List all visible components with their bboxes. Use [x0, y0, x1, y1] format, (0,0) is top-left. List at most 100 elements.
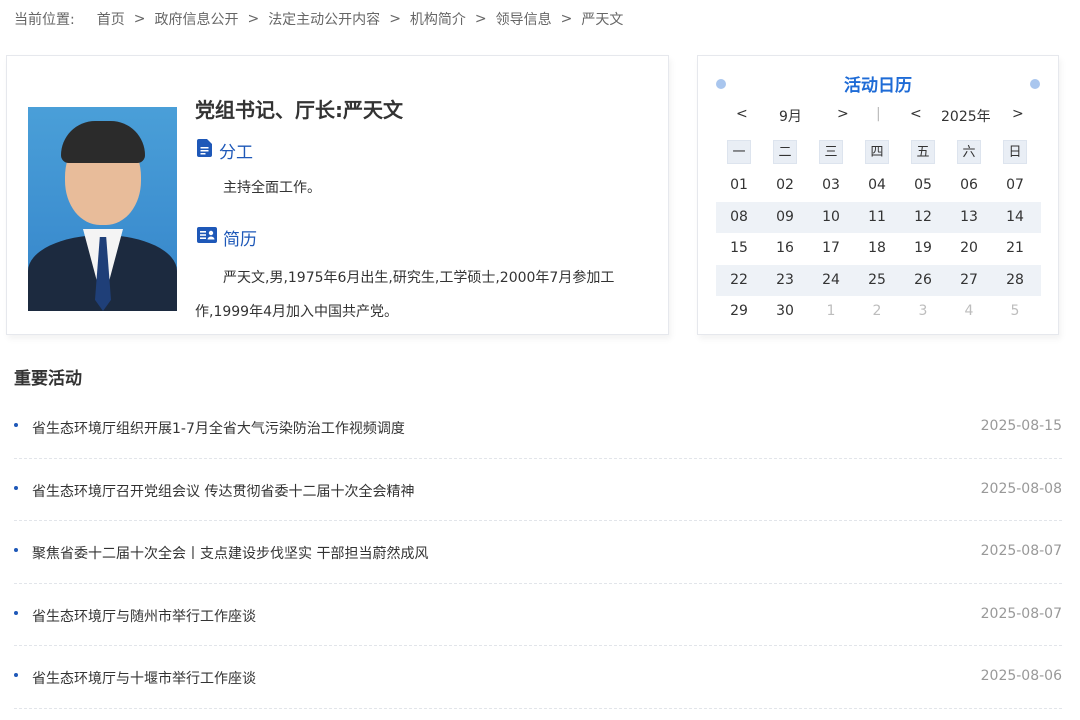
- list-item[interactable]: 省生态环境厅召开党组会议 传达贯彻省委十二届十次全会精神 2025-08-08: [14, 459, 1062, 521]
- list-item[interactable]: 省生态环境厅与随州市举行工作座谈 2025-08-07: [14, 584, 1062, 646]
- calendar-day[interactable]: 26: [900, 265, 946, 297]
- calendar-day-next-month[interactable]: 5: [992, 296, 1038, 328]
- breadcrumb-separator: >: [247, 11, 260, 27]
- calendar-day[interactable]: 02: [762, 170, 808, 202]
- calendar-title: 活动日历: [844, 76, 912, 96]
- breadcrumb-separator: >: [560, 11, 573, 27]
- activity-link[interactable]: 省生态环境厅与十堰市举行工作座谈: [32, 668, 256, 688]
- duty-text: 主持全面工作。: [223, 180, 321, 196]
- calendar-week-row: 22 23 24 25 26 27 28: [716, 264, 1041, 297]
- calendar-week-row: 08 09 10 11 12 13 14: [716, 201, 1041, 234]
- breadcrumb: 当前位置: 首页 > 政府信息公开 > 法定主动公开内容 > 机构简介 > 领导…: [14, 9, 623, 29]
- calendar-day[interactable]: 01: [716, 170, 762, 202]
- calendar-day[interactable]: 29: [716, 296, 762, 328]
- bullet-icon: [14, 485, 18, 490]
- bullet-icon: [14, 673, 18, 677]
- calendar-day[interactable]: 08: [716, 202, 762, 234]
- activity-date: 2025-08-15: [980, 418, 1062, 434]
- breadcrumb-label: 当前位置:: [14, 12, 75, 28]
- document-icon: [197, 139, 213, 162]
- breadcrumb-leaders[interactable]: 领导信息: [496, 9, 552, 29]
- bullet-icon: [14, 548, 18, 552]
- id-card-icon: [197, 227, 217, 248]
- calendar-day[interactable]: 09: [762, 202, 808, 234]
- nav-divider: |: [876, 106, 881, 122]
- breadcrumb-gov-info[interactable]: 政府信息公开: [154, 9, 238, 29]
- calendar-day[interactable]: 18: [854, 233, 900, 265]
- calendar-day[interactable]: 28: [992, 265, 1038, 297]
- calendar-day[interactable]: 12: [900, 202, 946, 234]
- calendar-day[interactable]: 03: [808, 170, 854, 202]
- calendar-day[interactable]: 14: [992, 202, 1038, 234]
- breadcrumb-separator: >: [474, 11, 487, 27]
- list-item[interactable]: 省生态环境厅组织开展1-7月全省大气污染防治工作视频调度 2025-08-15: [14, 396, 1062, 459]
- calendar-day[interactable]: 19: [900, 233, 946, 265]
- prev-year-button[interactable]: <: [910, 106, 922, 122]
- breadcrumb-current[interactable]: 严天文: [581, 9, 623, 29]
- list-item[interactable]: 省生态环境厅与十堰市举行工作座谈 2025-08-06: [14, 646, 1062, 709]
- calendar-day-next-month[interactable]: 1: [808, 296, 854, 328]
- bullet-icon: [14, 423, 18, 427]
- calendar-grid: 01 02 03 04 05 06 07 08 09 10 11 12 13 14 15 16 17 18 19 20…: [716, 170, 1041, 328]
- calendar-week-row: 15 16 17 18 19 20 21: [716, 233, 1041, 265]
- calendar-day-next-month[interactable]: 3: [900, 296, 946, 328]
- activity-link[interactable]: 聚焦省委十二届十次全会丨支点建设步伐坚实 干部担当蔚然成风: [32, 543, 428, 563]
- calendar-day[interactable]: 20: [946, 233, 992, 265]
- year-label: 2025年: [941, 109, 991, 125]
- activities-title: 重要活动: [14, 369, 82, 389]
- weekday-sat: 六: [957, 140, 981, 164]
- next-month-button[interactable]: >: [837, 106, 849, 122]
- calendar-day[interactable]: 27: [946, 265, 992, 297]
- calendar-day[interactable]: 07: [992, 170, 1038, 202]
- duty-heading: 分工: [197, 138, 253, 163]
- breadcrumb-org-intro[interactable]: 机构简介: [410, 9, 466, 29]
- calendar-week-row: 29 30 1 2 3 4 5: [716, 296, 1041, 328]
- month-label: 9月: [779, 109, 802, 125]
- calendar-day[interactable]: 11: [854, 202, 900, 234]
- weekday-thu: 四: [865, 140, 889, 164]
- calendar-day[interactable]: 13: [946, 202, 992, 234]
- breadcrumb-home[interactable]: 首页: [97, 9, 125, 29]
- activity-link[interactable]: 省生态环境厅组织开展1-7月全省大气污染防治工作视频调度: [32, 418, 405, 438]
- calendar-day-next-month[interactable]: 4: [946, 296, 992, 328]
- activity-date: 2025-08-08: [980, 480, 1062, 497]
- weekday-fri: 五: [911, 140, 935, 164]
- calendar-day[interactable]: 04: [854, 170, 900, 202]
- activity-calendar: 活动日历 < 9月 > | < 2025年 > 一 二 三 四 五 六 日 01…: [697, 55, 1059, 335]
- calendar-day[interactable]: 24: [808, 265, 854, 297]
- calendar-day-next-month[interactable]: 2: [854, 296, 900, 328]
- calendar-day[interactable]: 17: [808, 233, 854, 265]
- calendar-day[interactable]: 16: [762, 233, 808, 265]
- weekday-sun: 日: [1003, 140, 1027, 164]
- activity-link[interactable]: 省生态环境厅与随州市举行工作座谈: [32, 606, 256, 626]
- activities-list: 省生态环境厅组织开展1-7月全省大气污染防治工作视频调度 2025-08-15 省生…: [14, 396, 1062, 709]
- leader-photo: [28, 107, 177, 311]
- duty-heading-label: 分工: [219, 143, 253, 163]
- activity-link[interactable]: 省生态环境厅召开党组会议 传达贯彻省委十二届十次全会精神: [32, 481, 414, 501]
- calendar-day[interactable]: 06: [946, 170, 992, 202]
- leader-title: 党组书记、厅长:严天文: [195, 98, 403, 122]
- weekday-tue: 二: [773, 140, 797, 164]
- calendar-nav: < 9月 > | < 2025年 >: [698, 106, 1058, 126]
- calendar-day[interactable]: 21: [992, 233, 1038, 265]
- resume-heading: 简历: [197, 225, 257, 250]
- breadcrumb-separator: >: [133, 11, 146, 27]
- weekday-header: 一 二 三 四 五 六 日: [716, 140, 1041, 164]
- calendar-day[interactable]: 23: [762, 265, 808, 297]
- activity-date: 2025-08-07: [980, 543, 1062, 559]
- calendar-day[interactable]: 15: [716, 233, 762, 265]
- calendar-day[interactable]: 22: [716, 265, 762, 297]
- calendar-day[interactable]: 30: [762, 296, 808, 328]
- calendar-day[interactable]: 05: [900, 170, 946, 202]
- calendar-week-row: 01 02 03 04 05 06 07: [716, 170, 1041, 202]
- calendar-day[interactable]: 25: [854, 265, 900, 297]
- calendar-day[interactable]: 10: [808, 202, 854, 234]
- prev-month-button[interactable]: <: [736, 106, 748, 122]
- breadcrumb-separator: >: [389, 11, 401, 27]
- next-year-button[interactable]: >: [1012, 106, 1024, 122]
- leader-card: 党组书记、厅长:严天文 分工 主持全面工作。 简历 严天文,男,1975年6月出…: [6, 55, 669, 335]
- bullet-icon: [14, 610, 18, 615]
- breadcrumb-statutory[interactable]: 法定主动公开内容: [268, 9, 380, 29]
- weekday-wed: 三: [819, 140, 843, 164]
- list-item[interactable]: 聚焦省委十二届十次全会丨支点建设步伐坚实 干部担当蔚然成风 2025-08-07: [14, 521, 1062, 584]
